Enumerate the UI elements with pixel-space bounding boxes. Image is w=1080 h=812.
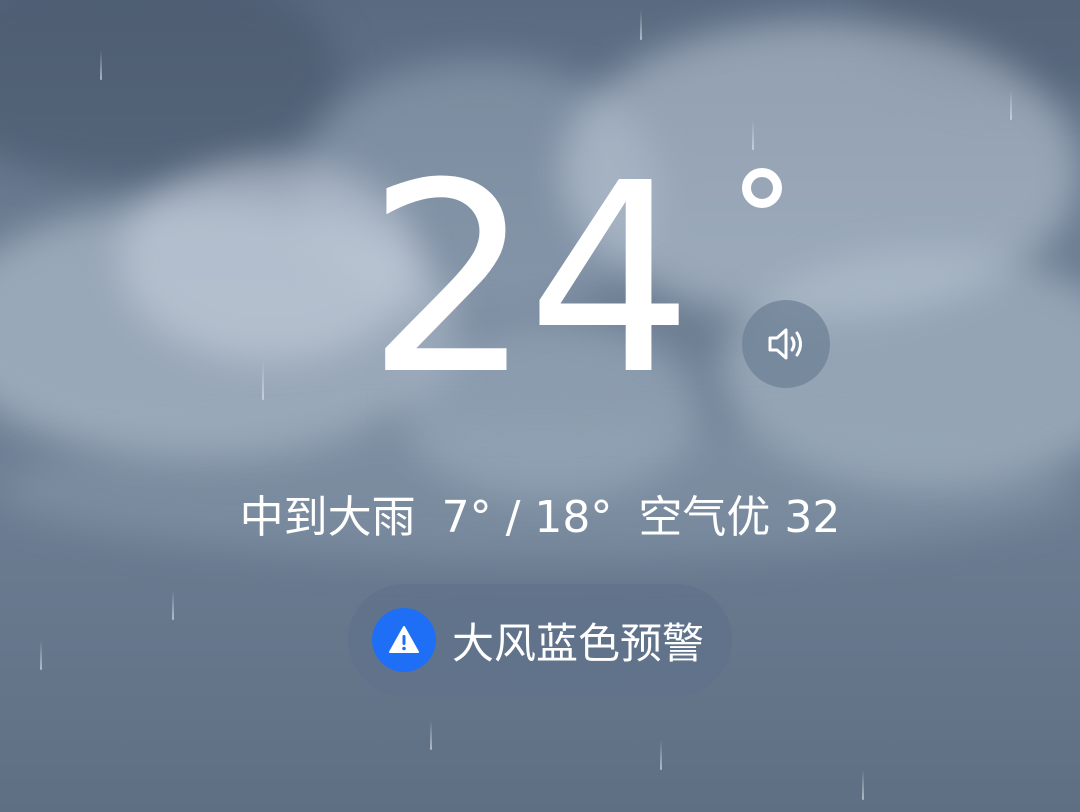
raindrop	[430, 720, 432, 750]
temperature-range: 7° / 18°	[441, 492, 613, 543]
raindrop	[660, 740, 662, 770]
weather-summary: 中到大雨 7° / 18° 空气优 32	[0, 488, 1080, 548]
raindrop	[640, 10, 642, 40]
degree-symbol	[742, 168, 782, 208]
raindrop	[1010, 90, 1012, 120]
cloud	[0, 0, 340, 180]
air-quality: 空气优 32	[638, 492, 841, 543]
raindrop	[262, 360, 264, 400]
speaker-button[interactable]	[742, 300, 830, 388]
speaker-icon	[768, 328, 802, 360]
raindrop	[100, 50, 102, 80]
alert-label: 大风蓝色预警	[452, 618, 705, 668]
weather-alert-button[interactable]: 大风蓝色预警	[348, 584, 732, 696]
warning-icon	[372, 608, 436, 672]
raindrop	[172, 590, 174, 620]
raindrop	[40, 640, 42, 670]
condition-text: 中到大雨	[239, 492, 416, 543]
raindrop	[862, 770, 864, 800]
temperature-value: 24	[366, 127, 693, 432]
